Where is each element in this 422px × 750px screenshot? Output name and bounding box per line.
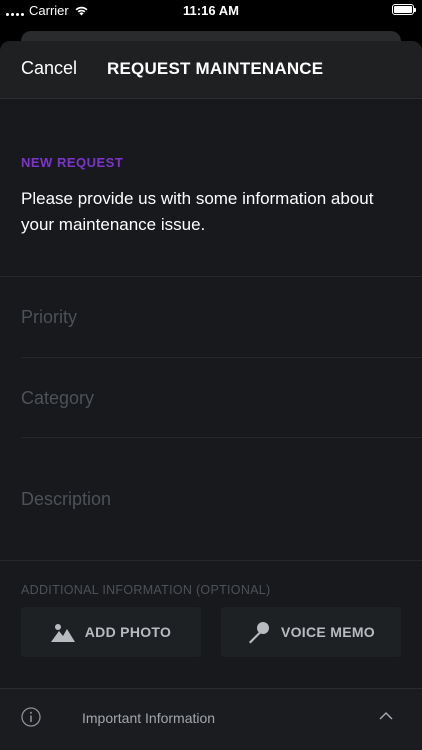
cancel-button[interactable]: Cancel [21, 58, 77, 79]
photo-icon [50, 624, 75, 642]
priority-field[interactable]: Priority [21, 307, 77, 328]
important-info-label: Important Information [82, 710, 216, 726]
divider [0, 560, 422, 561]
optional-section-label: ADDITIONAL INFORMATION (OPTIONAL) [21, 583, 271, 597]
status-bar: Carrier 11:16 AM [0, 0, 422, 22]
divider [0, 276, 422, 277]
section-label: NEW REQUEST [21, 155, 124, 170]
add-photo-button[interactable]: ADD PHOTO [21, 607, 201, 657]
battery-icon [392, 4, 416, 15]
status-time: 11:16 AM [183, 3, 239, 18]
description-field[interactable]: Description [21, 489, 111, 510]
info-icon [21, 707, 41, 727]
page-title: REQUEST MAINTENANCE [107, 59, 324, 78]
microphone-icon [248, 622, 269, 644]
divider [21, 437, 422, 438]
voice-memo-button[interactable]: VOICE MEMO [221, 607, 401, 657]
nav-bar: Cancel REQUEST MAINTENANCE [0, 41, 422, 99]
category-field[interactable]: Category [21, 388, 94, 409]
important-info-bar[interactable]: Important Information [0, 688, 422, 750]
voice-memo-label: VOICE MEMO [280, 624, 375, 640]
intro-text: Please provide us with some information … [21, 189, 374, 234]
divider [21, 357, 422, 358]
add-photo-label: ADD PHOTO [84, 624, 172, 640]
request-maintenance-sheet: Cancel REQUEST MAINTENANCE NEW REQUEST P… [0, 41, 422, 750]
chevron-up-icon[interactable] [379, 711, 393, 721]
